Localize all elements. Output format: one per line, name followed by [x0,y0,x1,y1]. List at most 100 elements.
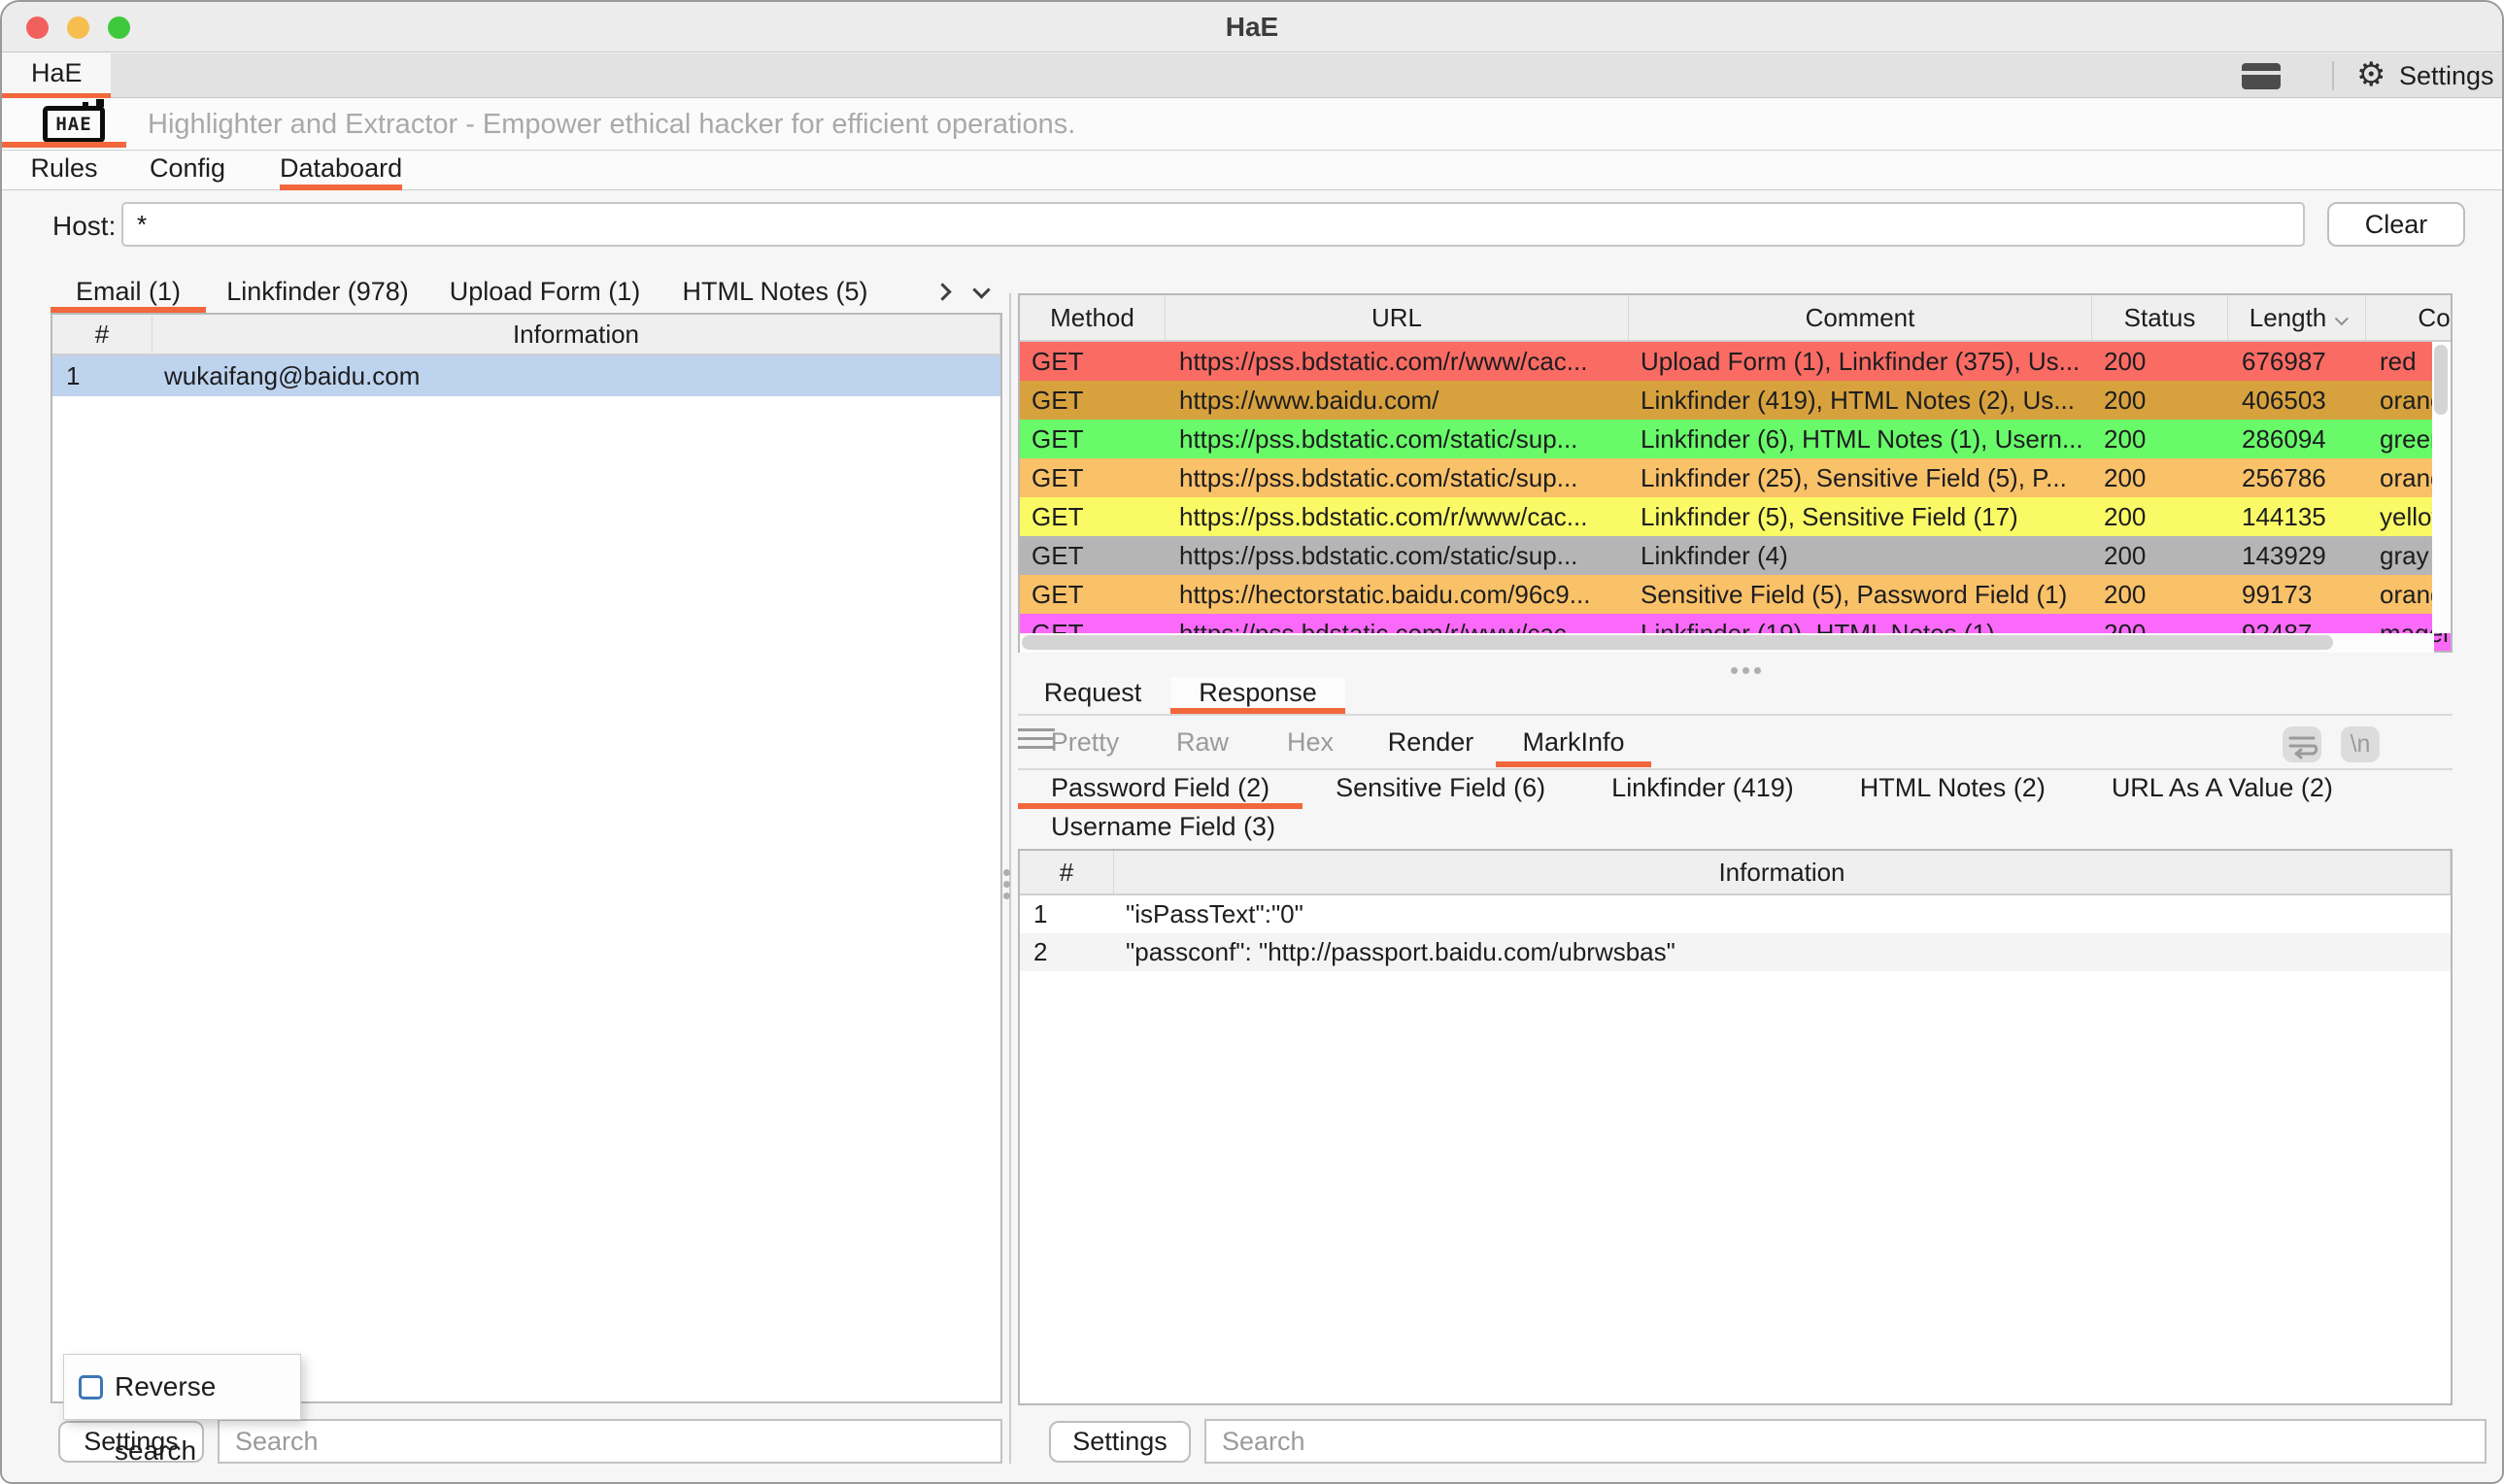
tab-url-as-a-value[interactable]: URL As A Value (2) [2079,770,2366,809]
tab-render[interactable]: Render [1368,723,1494,767]
window-title: HaE [2,2,2502,52]
reverse-search-popup: Reverse search [63,1354,301,1420]
titlebar: HaE [2,2,2502,52]
tab-password-field[interactable]: Password Field (2) [1018,770,1303,809]
http-table-row[interactable]: GET https://pss.bdstatic.com/r/www/cac..… [1020,497,2451,536]
settings-menu[interactable]: Settings [2399,53,2494,98]
cell-status: 200 [2092,536,2228,575]
extracted-info-table: # Information 1 wukaifang@baidu.com [51,313,1002,1403]
cell-comment: Linkfinder (4) [1629,536,2092,575]
host-input[interactable] [121,202,2305,247]
markinfo-row[interactable]: 2 "passconf": "http://passport.baidu.com… [1020,933,2451,971]
tab-linkfinder[interactable]: Linkfinder (978) [220,277,415,313]
extension-tabbar: HaE ⚙ Settings [2,53,2502,98]
http-table-header: Method URL Comment Status Length Color [1020,295,2451,342]
tab-request[interactable]: Request [1030,677,1156,714]
http-table-row[interactable]: GET https://pss.bdstatic.com/r/www/cac..… [1020,342,2451,381]
tab-response[interactable]: Response [1170,677,1345,714]
horizontal-scrollbar[interactable] [1020,633,2434,653]
vertical-scrollbar[interactable] [2432,342,2451,633]
reverse-search-checkbox[interactable] [79,1375,103,1400]
tab-hex[interactable]: Hex [1267,723,1354,767]
tab-databoard[interactable]: Databoard [280,152,402,190]
header-information[interactable]: Information [1114,851,2451,894]
tab-pretty[interactable]: Pretty [1032,723,1138,767]
cell-length: 406503 [2228,381,2366,420]
http-table-row[interactable]: GET https://pss.bdstatic.com/static/sup.… [1020,536,2451,575]
clear-button[interactable]: Clear [2327,202,2465,247]
tab-hae[interactable]: HaE [2,53,111,98]
tab-config[interactable]: Config [138,152,237,190]
header-status[interactable]: Status [2092,295,2228,340]
tab-username-field[interactable]: Username Field (3) [1018,809,1308,848]
cell-url: https://pss.bdstatic.com/r/www/cac... [1166,497,1629,536]
cell-url: https://pss.bdstatic.com/static/sup... [1166,536,1629,575]
nav-tabs: Rules Config Databoard [2,152,2502,190]
left-search-input[interactable] [218,1419,1002,1464]
tab-linkfinder-mark[interactable]: Linkfinder (419) [1578,770,1827,809]
header-comment[interactable]: Comment [1629,295,2092,340]
reverse-search-label: Reverse search [115,1355,300,1421]
markinfo-tabs: Password Field (2) Sensitive Field (6) L… [1018,770,2453,848]
cell-comment: Linkfinder (5), Sensitive Field (17) [1629,497,2092,536]
gear-icon[interactable]: ⚙ [2356,53,2386,98]
header-length[interactable]: Length [2228,295,2366,340]
tab-markinfo[interactable]: MarkInfo [1496,723,1651,767]
cell-method: GET [1020,420,1166,458]
app-subtitle: Highlighter and Extractor - Empower ethi… [148,99,1075,151]
cell-url: https://pss.bdstatic.com/static/sup... [1166,458,1629,497]
tab-sensitive-field[interactable]: Sensitive Field (6) [1303,770,1578,809]
hscroll-thumb[interactable] [1022,635,2333,650]
tab-upload-form[interactable]: Upload Form (1) [442,277,648,313]
markinfo-row[interactable]: 1 "isPassText":"0" [1020,895,2451,933]
table-row[interactable]: 1 wukaifang@baidu.com [52,355,1000,396]
tab-list-dropdown-icon[interactable] [972,281,990,298]
splitter-handle-icon[interactable] [1003,869,1010,904]
tab-raw[interactable]: Raw [1158,723,1247,767]
header-color[interactable]: Color [2366,295,2453,340]
show-newlines-icon[interactable]: \n [2341,726,2380,762]
vscroll-thumb[interactable] [2434,345,2448,415]
header-num[interactable]: # [52,315,152,354]
header-num[interactable]: # [1020,851,1114,894]
header-url[interactable]: URL [1166,295,1629,340]
right-settings-button[interactable]: Settings [1049,1421,1191,1463]
tab-rules[interactable]: Rules [19,152,109,190]
cell-url: https://hectorstatic.baidu.com/96c9... [1166,575,1629,614]
right-search-input[interactable] [1204,1419,2487,1464]
header-information[interactable]: Information [152,315,1000,354]
cell-num: 1 [1020,895,1114,933]
sort-desc-icon [2335,312,2349,325]
cell-information: "passconf": "http://passport.baidu.com/u… [1114,933,2451,971]
cell-comment: Upload Form (1), Linkfinder (375), Us... [1629,342,2092,381]
cell-status: 200 [2092,381,2228,420]
cell-information: wukaifang@baidu.com [152,355,1000,396]
toolbar-divider [2332,61,2334,90]
cell-comment: Sensitive Field (5), Password Field (1) [1629,575,2092,614]
http-history-table: Method URL Comment Status Length Color G… [1018,293,2453,653]
cell-url: https://www.baidu.com/ [1166,381,1629,420]
divider [1018,714,2453,716]
http-table-row[interactable]: GET https://hectorstatic.baidu.com/96c9.… [1020,575,2451,614]
http-table-row[interactable]: GET https://pss.bdstatic.com/static/sup.… [1020,458,2451,497]
soft-wrap-icon[interactable] [2283,726,2321,762]
http-table-row[interactable]: GET https://www.baidu.com/ Linkfinder (4… [1020,381,2451,420]
view-mode-tabs: Pretty Raw Hex Render MarkInfo \n [1018,723,2453,767]
layout-window-icon[interactable] [2242,63,2281,89]
tab-email[interactable]: Email (1) [51,277,206,313]
cell-status: 200 [2092,420,2228,458]
cell-length: 144135 [2228,497,2366,536]
header-method[interactable]: Method [1020,295,1166,340]
cell-length: 676987 [2228,342,2366,381]
tab-scroll-right-icon[interactable] [933,283,951,300]
cell-method: GET [1020,458,1166,497]
cell-length: 99173 [2228,575,2366,614]
hae-logo-icon: HAE [43,106,105,143]
cell-status: 200 [2092,497,2228,536]
tab-html-notes[interactable]: HTML Notes (5) [678,277,872,313]
http-table-row[interactable]: GET https://pss.bdstatic.com/static/sup.… [1020,420,2451,458]
cell-length: 256786 [2228,458,2366,497]
cell-length: 286094 [2228,420,2366,458]
tab-html-notes-mark[interactable]: HTML Notes (2) [1827,770,2079,809]
cell-status: 200 [2092,342,2228,381]
